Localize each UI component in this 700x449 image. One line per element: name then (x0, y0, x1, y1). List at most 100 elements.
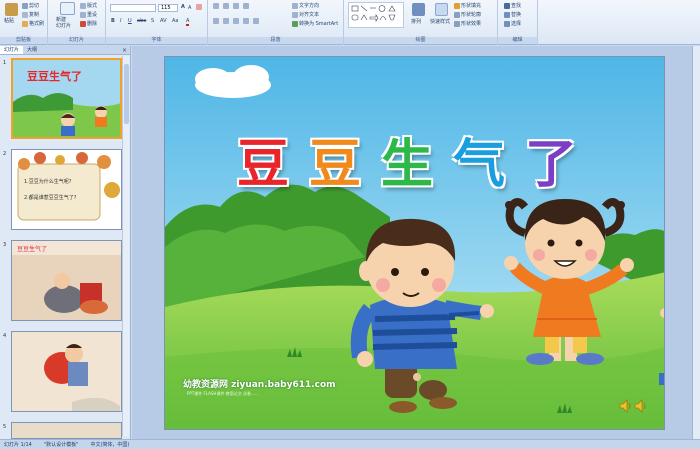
copy-button[interactable]: 复制 (22, 11, 39, 18)
format-painter-label: 格式刷 (29, 21, 45, 27)
align-center-icon (223, 18, 229, 24)
cut-label: 剪切 (29, 3, 40, 9)
slides-pane: 幻灯片 大纲 × 1 豆豆生气了 2 1.豆豆为什么生气呢? 2.都是谁惹豆豆生… (0, 46, 131, 439)
strikethrough-button[interactable]: abe (137, 18, 146, 24)
font-name-field[interactable] (110, 4, 156, 12)
brush-icon (22, 20, 28, 27)
clear-format-icon (196, 4, 202, 10)
smartart-icon (292, 20, 298, 27)
bullets-icon (213, 3, 219, 9)
slide-number-2: 2 (3, 151, 7, 157)
delete-icon (80, 20, 86, 27)
speaker-icon (619, 399, 646, 413)
layout-icon (80, 2, 86, 9)
bold-button[interactable]: B (111, 18, 115, 24)
shape-fill-button[interactable]: 形状填充 (454, 2, 481, 9)
find-button[interactable]: 查找 (504, 2, 521, 9)
paste-icon[interactable] (5, 3, 18, 16)
title-char-5: 了 (525, 135, 578, 195)
align-text-button[interactable]: 对齐文本 (292, 11, 319, 18)
new-slide-icon[interactable] (60, 2, 75, 15)
text-direction-button[interactable]: 文字方向 (292, 2, 319, 9)
underline-button[interactable]: U (128, 18, 132, 24)
reset-button[interactable]: 重设 (80, 11, 97, 18)
cursor-icon (504, 20, 510, 27)
align-buttons[interactable] (213, 18, 259, 24)
sound-icon[interactable] (619, 399, 649, 415)
status-bar: 幻灯片 1/14 "默认设计模板" 中文(简体，中国) (0, 439, 700, 449)
clipboard-group: 粘贴 剪切 复制 格式刷 剪贴板 (0, 0, 48, 45)
thumb3-art (12, 241, 121, 320)
language-indicator[interactable]: 中文(简体，中国) (90, 441, 129, 448)
reset-icon (80, 11, 86, 18)
font-size-field[interactable]: 115 (158, 4, 178, 12)
pane-scrollbar-thumb[interactable] (124, 64, 129, 124)
shape-outline-button[interactable]: 形状轮廓 (454, 11, 481, 18)
paste-button[interactable]: 粘贴 (4, 17, 14, 24)
italic-button[interactable]: I (120, 18, 121, 24)
replace-button[interactable]: 替换 (504, 11, 521, 18)
tab-slides[interactable]: 幻灯片 (0, 46, 24, 54)
bullets-button[interactable] (213, 3, 249, 9)
align-left-icon (213, 18, 219, 24)
layout-button[interactable]: 版式 (80, 2, 97, 9)
editor-scrollbar[interactable] (692, 46, 700, 439)
title-char-1: 豆 (237, 135, 290, 195)
shapes-gallery[interactable] (348, 2, 404, 28)
grow-font-button[interactable]: A (181, 4, 185, 10)
tab-outline[interactable]: 大纲 (23, 46, 41, 54)
quick-styles-button[interactable]: 快速样式 (430, 18, 450, 25)
current-slide[interactable]: 豆 豆 生 气 了 幼教资源网 ziyuan.baby611.com PPT课件… (164, 56, 665, 430)
slide-thumbnail-3[interactable]: 豆豆生气了 (11, 240, 122, 321)
close-pane-button[interactable]: × (119, 46, 130, 54)
slide-number-1: 1 (3, 60, 7, 66)
case-button[interactable]: Aa (172, 18, 178, 24)
slides-group: 新建 幻灯片 版式 重设 删除 幻灯片 (48, 0, 106, 45)
format-painter-button[interactable]: 格式刷 (22, 20, 44, 27)
slide-thumbnail-5[interactable] (11, 422, 122, 439)
scissors-icon (22, 2, 28, 9)
pane-scrollbar[interactable] (122, 56, 129, 436)
replace-icon (504, 11, 510, 18)
new-slide-button[interactable]: 新建 幻灯片 (56, 17, 71, 29)
numbering-icon (223, 3, 229, 9)
slide-thumbnail-2[interactable]: 1.豆豆为什么生气呢? 2.都是谁惹豆豆生气了? (11, 149, 122, 230)
title-char-3: 生 (381, 135, 434, 195)
slide-thumbnail-1[interactable]: 豆豆生气了 (11, 58, 122, 139)
select-button[interactable]: 选择 (504, 20, 521, 27)
slide-counter: 幻灯片 1/14 (4, 442, 32, 448)
outdent-icon (243, 3, 249, 9)
layout-label: 版式 (87, 3, 98, 9)
ribbon: 粘贴 剪切 复制 格式刷 剪贴板 新建 幻灯片 版式 重设 删除 幻灯片 115… (0, 0, 700, 45)
cut-button[interactable]: 剪切 (22, 2, 39, 9)
shrink-font-button[interactable]: A (188, 5, 191, 11)
quick-styles-icon[interactable] (435, 3, 448, 16)
replace-label: 替换 (511, 12, 522, 18)
fill-bucket-icon (454, 2, 460, 9)
arrange-icon[interactable] (412, 3, 425, 16)
editing-group: 查找 替换 选择 编辑 (498, 0, 538, 45)
thumb2-question-2: 2.都是谁惹豆豆生气了? (24, 195, 77, 201)
clear-format-button[interactable] (196, 4, 202, 10)
title-char-4: 气 (453, 135, 506, 195)
slide-background-art (165, 57, 664, 429)
watermark-subtext: PPT课件 FLASH课件 教案论文 试卷…… (187, 391, 259, 396)
font-color-button[interactable]: A (186, 18, 190, 26)
justify-icon (243, 18, 249, 24)
select-label: 选择 (511, 21, 522, 27)
delete-button[interactable]: 删除 (80, 20, 97, 27)
shadow-button[interactable]: S (151, 18, 154, 24)
arrange-button[interactable]: 排列 (411, 18, 421, 25)
slide-thumbnail-4[interactable] (11, 331, 122, 412)
delete-label: 删除 (87, 21, 98, 27)
shape-effects-button[interactable]: 形状效果 (454, 20, 481, 27)
shape-effects-label: 形状效果 (461, 21, 482, 27)
shape-fill-label: 形状填充 (461, 3, 482, 9)
spacing-button[interactable]: AV (160, 18, 167, 24)
smartart-button[interactable]: 转换为 SmartArt (292, 20, 338, 27)
find-label: 查找 (511, 3, 522, 9)
arrange-label: 排列 (411, 19, 422, 25)
slide-number-4: 4 (3, 333, 7, 339)
theme-name: "默认设计模板" (43, 442, 79, 448)
binoculars-icon (504, 2, 510, 9)
